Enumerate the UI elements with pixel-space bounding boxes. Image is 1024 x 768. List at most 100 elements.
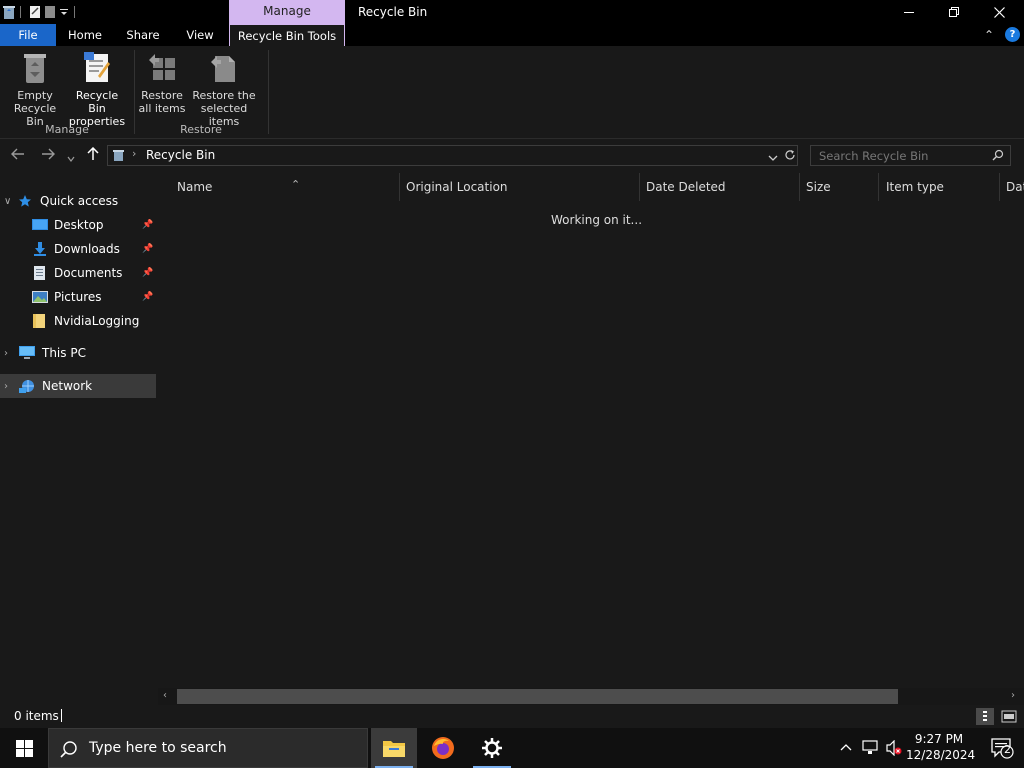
close-button[interactable] — [976, 0, 1022, 24]
nav-item-documents[interactable]: Documents 📌 — [0, 261, 156, 285]
restore-selected-items-button[interactable]: Restore the selected items — [186, 50, 262, 128]
column-header-item-type[interactable]: Item type — [879, 173, 1000, 201]
sort-ascending-icon: ⌃ — [291, 178, 301, 191]
restore-all-items-label-1: Restore — [141, 89, 183, 102]
nav-item-downloads[interactable]: Downloads 📌 — [0, 237, 156, 261]
taskbar-search-text: Type here to search — [89, 740, 227, 756]
system-clock[interactable]: 9:27 PM 12/28/2024 — [906, 731, 975, 763]
up-button[interactable] — [86, 146, 100, 165]
network-icon — [18, 379, 36, 393]
search-icon — [60, 740, 78, 761]
status-bar: 0 items — [0, 705, 1024, 728]
ribbon: Empty Recycle Bin Recycle Bin properties… — [0, 46, 1024, 139]
column-header-date-modified[interactable]: Dat — [999, 173, 1024, 201]
computer-icon — [18, 346, 36, 360]
ribbon-tabs: File Home Share View Recycle Bin Tools — [0, 24, 1024, 46]
tab-share[interactable]: Share — [114, 24, 172, 46]
recycle-bin-properties-button[interactable]: Recycle Bin properties — [66, 50, 128, 128]
qat-separator — [20, 6, 21, 18]
address-bar[interactable]: › Recycle Bin — [107, 145, 798, 166]
minimize-button[interactable] — [886, 0, 932, 24]
nav-quick-access[interactable]: ∨ Quick access — [0, 189, 156, 213]
recent-locations-button[interactable] — [67, 149, 75, 167]
nav-item-label: Pictures — [54, 290, 102, 304]
tab-recycle-bin-tools[interactable]: Recycle Bin Tools — [229, 24, 345, 46]
search-icon[interactable] — [992, 149, 1004, 164]
address-history-dropdown-icon[interactable] — [768, 151, 778, 165]
status-divider — [61, 709, 62, 722]
start-button[interactable] — [0, 728, 48, 768]
column-header-original-location[interactable]: Original Location — [399, 173, 640, 201]
file-list: Name ⌃ Original Location Date Deleted Si… — [158, 173, 1024, 705]
back-button[interactable] — [11, 147, 25, 165]
network-status-icon[interactable] — [862, 740, 880, 759]
pin-icon: 📌 — [142, 220, 154, 230]
taskbar-settings[interactable] — [469, 728, 515, 768]
breadcrumb-recycle-bin[interactable]: Recycle Bin — [146, 146, 215, 165]
taskbar-search-box[interactable]: Type here to search — [48, 728, 368, 768]
new-folder-icon[interactable] — [44, 5, 56, 19]
column-header-name[interactable]: Name ⌃ — [170, 173, 400, 201]
nav-item-desktop[interactable]: Desktop 📌 — [0, 213, 156, 237]
collapse-ribbon-icon[interactable]: ⌃ — [984, 28, 994, 42]
tab-view[interactable]: View — [172, 24, 228, 46]
recycle-bin-icon — [112, 149, 125, 165]
file-explorer-icon — [383, 741, 405, 757]
notification-count: 2 — [1004, 743, 1011, 756]
nav-item-label: Desktop — [54, 218, 104, 232]
restore-button[interactable] — [931, 0, 977, 24]
search-input[interactable] — [811, 146, 986, 165]
recycle-bin-properties-label-1: Recycle Bin — [75, 89, 119, 115]
pin-icon: 📌 — [142, 244, 154, 254]
taskbar-file-explorer[interactable] — [371, 728, 417, 768]
download-icon — [32, 242, 48, 256]
loading-message: Working on it... — [551, 213, 643, 227]
scroll-right-icon[interactable]: › — [1011, 690, 1015, 701]
chevron-down-icon[interactable]: ∨ — [4, 196, 18, 207]
empty-recycle-bin-button[interactable]: Empty Recycle Bin — [5, 50, 65, 128]
windows-logo-icon — [15, 739, 33, 757]
nav-item-pictures[interactable]: Pictures 📌 — [0, 285, 156, 309]
forward-button[interactable] — [41, 147, 55, 165]
chevron-down-icon — [67, 156, 75, 162]
chevron-right-icon[interactable]: › — [4, 348, 18, 359]
quick-access-toolbar — [0, 0, 80, 24]
chevron-right-icon[interactable]: › — [4, 381, 18, 392]
tab-home[interactable]: Home — [56, 24, 114, 46]
restore-selected-items-label-1: Restore the — [192, 89, 256, 102]
search-box[interactable] — [810, 145, 1011, 166]
scrollbar-thumb[interactable] — [177, 689, 898, 704]
taskbar-firefox[interactable] — [420, 728, 466, 768]
close-icon — [993, 6, 1005, 18]
show-hidden-icons-chevron-icon[interactable] — [840, 741, 852, 755]
nav-this-pc-label: This PC — [42, 346, 86, 360]
action-center-button[interactable]: 2 — [980, 728, 1024, 768]
restore-all-items-label-2: all items — [138, 102, 186, 115]
customize-qat-icon[interactable] — [59, 5, 69, 19]
horizontal-scrollbar[interactable]: ‹ › — [158, 688, 1024, 705]
column-header-size[interactable]: Size — [799, 173, 879, 201]
restore-selected-icon — [207, 50, 241, 86]
column-header-date-deleted[interactable]: Date Deleted — [639, 173, 800, 201]
large-icons-view-button[interactable] — [1000, 708, 1018, 725]
manage-context-tab-label: Manage — [229, 0, 345, 24]
scroll-left-icon[interactable]: ‹ — [163, 690, 167, 701]
large-icons-view-icon — [1001, 710, 1017, 723]
recycle-bin-icon[interactable] — [3, 5, 15, 19]
nav-this-pc[interactable]: › This PC — [0, 341, 156, 365]
volume-muted-icon[interactable] — [886, 739, 902, 759]
breadcrumb-chevron-icon: › — [132, 147, 137, 160]
navigation-pane: ∨ Quick access Desktop 📌 Downloads 📌 Doc… — [0, 173, 157, 705]
nav-quick-access-label: Quick access — [40, 194, 119, 208]
help-icon[interactable]: ? — [1005, 27, 1020, 42]
properties-icon[interactable] — [29, 5, 41, 19]
desktop-icon — [32, 218, 48, 232]
nav-item-nvidialogging[interactable]: NvidiaLogging — [0, 309, 156, 333]
forward-arrow-icon — [42, 148, 55, 160]
nav-network[interactable]: › Network — [0, 374, 156, 398]
refresh-icon[interactable] — [784, 149, 796, 164]
restore-all-items-button[interactable]: Restore all items — [138, 50, 186, 115]
tab-file[interactable]: File — [0, 24, 56, 46]
details-view-button[interactable] — [976, 708, 994, 725]
window-title: Recycle Bin — [358, 5, 428, 19]
